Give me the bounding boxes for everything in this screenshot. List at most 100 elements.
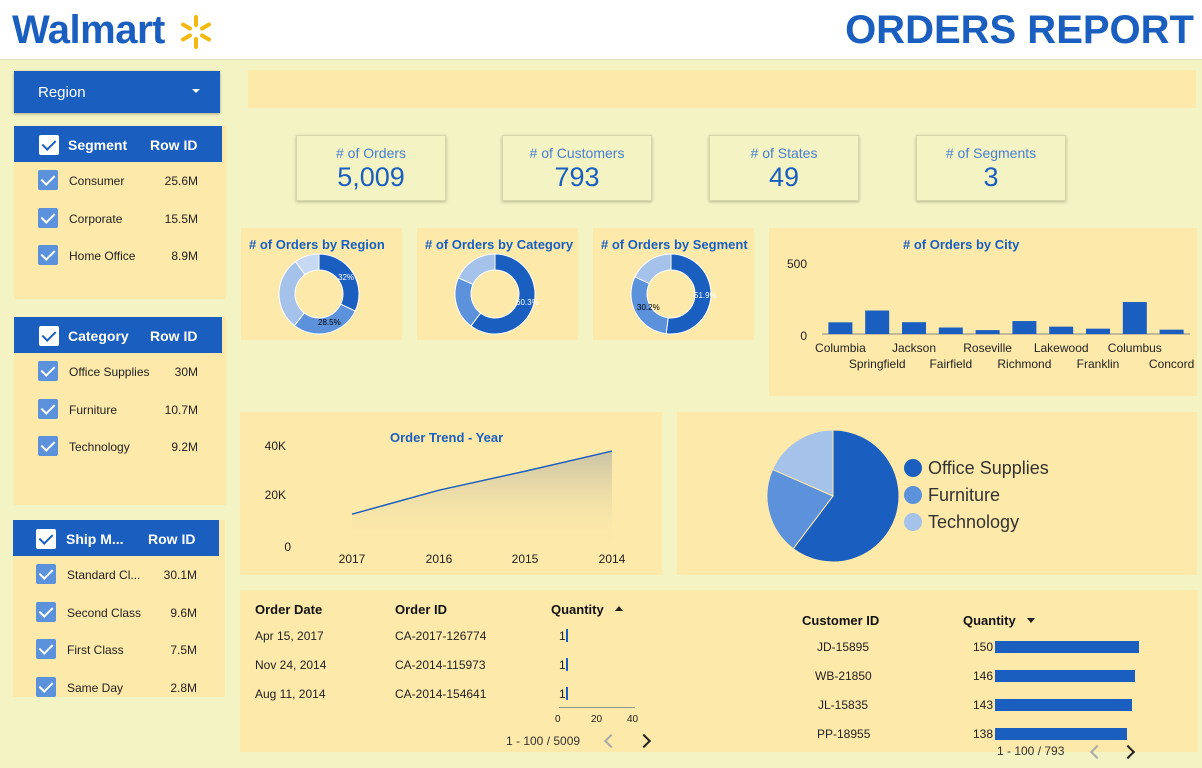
cell-customer-id: WB-21850 xyxy=(815,669,872,683)
filter-item[interactable]: Standard Cl... 30.1M xyxy=(13,560,221,590)
donut-slice[interactable] xyxy=(454,277,482,327)
filter-item-label: First Class xyxy=(67,643,124,657)
filter-item-value: 30.1M xyxy=(163,568,197,582)
category-filter: Category Row ID Office Supplies 30M Furn… xyxy=(14,317,226,505)
select-all-checkbox[interactable] xyxy=(39,326,59,346)
next-page-icon[interactable] xyxy=(1120,744,1136,760)
checkbox-checked-icon[interactable] xyxy=(38,436,58,456)
filter-item-label: Technology xyxy=(69,440,130,454)
region-donut-chart[interactable]: 32% 28.5% xyxy=(241,228,402,340)
checkbox-checked-icon[interactable] xyxy=(36,677,56,697)
city-bar[interactable] xyxy=(1049,326,1074,334)
kpi-value: 793 xyxy=(554,162,600,192)
checkbox-checked-icon[interactable] xyxy=(36,639,56,659)
column-header-quantity[interactable]: Quantity xyxy=(551,602,604,617)
legend-swatch xyxy=(904,513,922,531)
city-bar[interactable] xyxy=(828,322,853,334)
select-all-checkbox[interactable] xyxy=(39,135,59,155)
checkbox-checked-icon[interactable] xyxy=(38,170,58,190)
kpi-card-orders: # of Orders 5,009 xyxy=(296,135,446,201)
filter-item[interactable]: Home Office 8.9M xyxy=(14,241,222,271)
filter-item[interactable]: Consumer 25.6M xyxy=(14,166,222,196)
filter-item[interactable]: Corporate 15.5M xyxy=(14,204,222,234)
prev-page-icon[interactable] xyxy=(1089,744,1105,760)
filter-item[interactable]: Office Supplies 30M xyxy=(14,357,222,387)
city-bar[interactable] xyxy=(1159,329,1184,334)
segment-filter: Segment Row ID Consumer 25.6M Corporate … xyxy=(14,126,226,299)
column-header-order-id[interactable]: Order ID xyxy=(395,602,447,617)
select-all-checkbox[interactable] xyxy=(36,529,56,549)
segment-donut-chart[interactable]: 51.9% 30.2% xyxy=(593,228,754,340)
filter-item-value: 15.5M xyxy=(164,212,198,226)
city-bar[interactable] xyxy=(938,327,963,334)
checkbox-checked-icon[interactable] xyxy=(38,361,58,381)
kpi-label: # of States xyxy=(750,145,818,161)
spark-icon xyxy=(181,15,211,49)
category-donut-chart[interactable]: 60.3% xyxy=(417,228,578,340)
donut-slice[interactable] xyxy=(457,253,496,285)
x-tick-label: Fairfield xyxy=(929,357,972,371)
segment-filter-header: Segment Row ID xyxy=(14,126,222,162)
sort-ascending-icon[interactable] xyxy=(615,605,623,613)
cell-order-date: Nov 24, 2014 xyxy=(255,658,327,672)
ship-mode-filter-header: Ship M... Row ID xyxy=(13,520,219,556)
cell-quantity: 1 xyxy=(559,687,566,701)
checkbox-checked-icon[interactable] xyxy=(38,208,58,228)
x-tick-label: Columbus xyxy=(1108,341,1162,355)
checkbox-checked-icon[interactable] xyxy=(36,602,56,622)
kpi-card-customers: # of Customers 793 xyxy=(502,135,652,201)
checkbox-checked-icon[interactable] xyxy=(38,245,58,265)
donut-data-label: 32% xyxy=(338,273,354,282)
trend-area-chart[interactable]: 40K 20K 0 2017 2016 2015 2014 xyxy=(240,412,662,575)
legend-label: Office Supplies xyxy=(928,458,1049,478)
column-header-customer-quantity[interactable]: Quantity xyxy=(963,613,1016,628)
checkbox-checked-icon[interactable] xyxy=(38,399,58,419)
next-page-icon[interactable] xyxy=(636,733,652,749)
city-bar[interactable] xyxy=(1086,328,1110,334)
x-tick-label: Concord xyxy=(1149,357,1194,371)
trend-area xyxy=(352,451,612,547)
customers-pagination: 1 - 100 / 793 xyxy=(997,744,1065,758)
x-tick-label: Roseville xyxy=(963,341,1012,355)
donut-slice[interactable] xyxy=(278,260,306,327)
column-header-customer-id[interactable]: Customer ID xyxy=(802,613,879,628)
region-dropdown[interactable]: Region xyxy=(14,71,220,113)
city-bar[interactable] xyxy=(1012,321,1037,334)
region-dropdown-label: Region xyxy=(38,84,86,101)
x-tick-label: 2016 xyxy=(426,552,453,566)
filter-item-label: Home Office xyxy=(69,249,136,263)
filter-item-label: Standard Cl... xyxy=(67,568,141,582)
filter-title: Segment xyxy=(68,137,128,153)
tables-panel: Order Date Order ID Quantity Apr 15, 201… xyxy=(240,590,1198,760)
sort-descending-icon[interactable] xyxy=(1027,616,1035,624)
filter-item[interactable]: First Class 7.5M xyxy=(13,635,221,665)
city-bar[interactable] xyxy=(902,322,926,334)
cell-customer-qty: 146 xyxy=(973,669,994,683)
city-bar[interactable] xyxy=(975,330,1000,334)
donut-slice[interactable] xyxy=(634,253,672,285)
cell-customer-id: JD-15895 xyxy=(817,640,870,654)
kpi-card-segments: # of Segments 3 xyxy=(916,135,1066,201)
kpi-label: # of Customers xyxy=(529,145,625,161)
legend-swatch xyxy=(904,486,922,504)
city-bar[interactable] xyxy=(1122,302,1147,334)
prev-page-icon[interactable] xyxy=(603,733,619,749)
x-tick-label: Lakewood xyxy=(1034,341,1089,355)
y-tick-label: 0 xyxy=(284,540,291,554)
y-tick-label: 40K xyxy=(265,439,286,453)
category-pie-chart[interactable]: Office Supplies Furniture Technology xyxy=(677,412,1197,575)
city-bar-chart[interactable]: 500 0 Columbia Springfield Jackson Fairfield R… xyxy=(769,228,1197,396)
filter-item-value: 7.5M xyxy=(170,643,197,657)
column-header-order-date[interactable]: Order Date xyxy=(255,602,322,617)
filter-item[interactable]: Same Day 2.8M xyxy=(13,673,221,703)
donut-slice[interactable] xyxy=(318,253,360,312)
filter-item-value: 30M xyxy=(174,365,198,379)
legend-label: Technology xyxy=(928,512,1019,532)
filter-item[interactable]: Technology 9.2M xyxy=(14,432,222,462)
filter-item[interactable]: Furniture 10.7M xyxy=(14,395,222,425)
filter-item-value: 8.9M xyxy=(171,249,198,263)
checkbox-checked-icon[interactable] xyxy=(36,564,56,584)
customer-quantity-bar xyxy=(995,699,1133,711)
filter-item[interactable]: Second Class 9.6M xyxy=(13,598,221,628)
city-bar[interactable] xyxy=(865,310,890,334)
